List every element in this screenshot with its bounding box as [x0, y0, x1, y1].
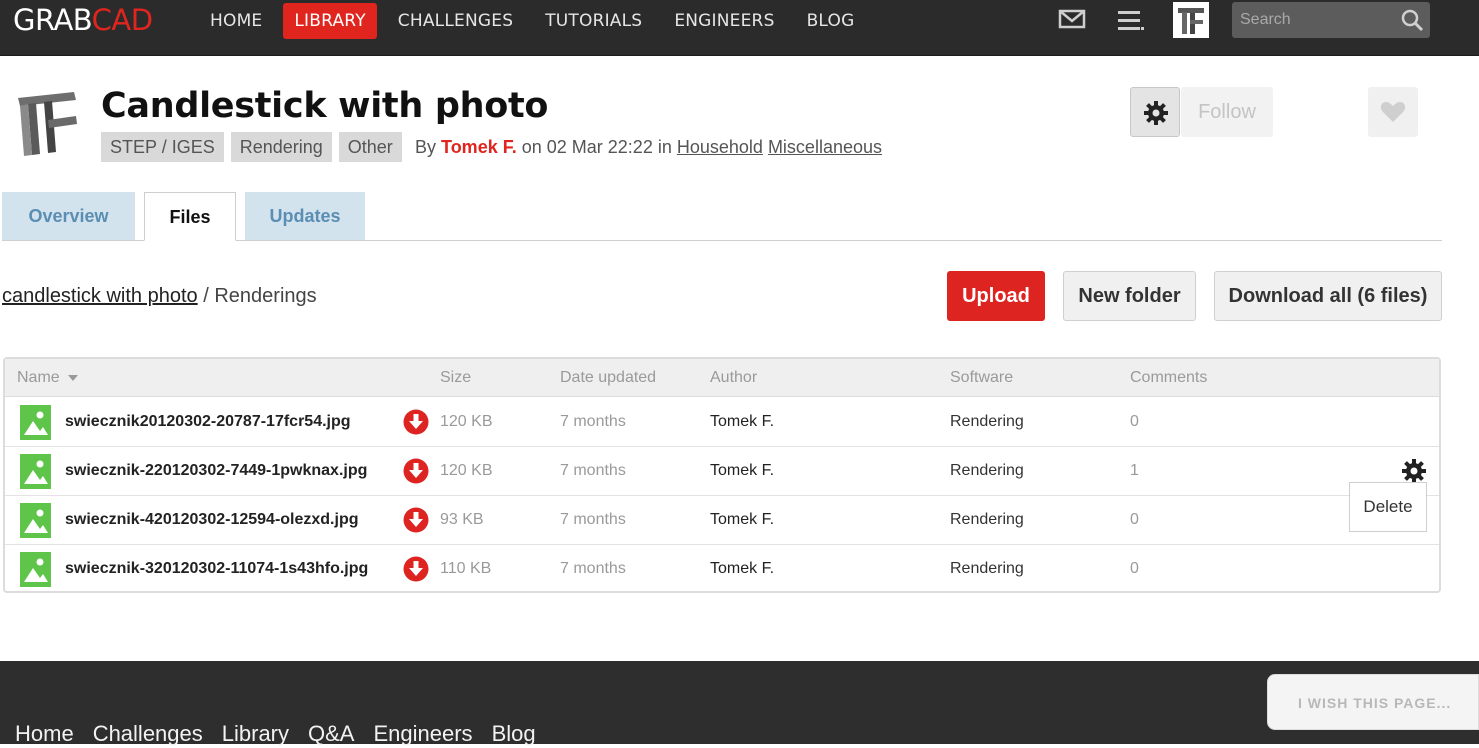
byline-date: on 02 Mar 22:22 in [521, 137, 672, 157]
tag-rendering[interactable]: Rendering [230, 132, 332, 162]
file-software: Rendering [950, 462, 1024, 479]
file-comments: 0 [1130, 413, 1139, 430]
breadcrumb-root-link[interactable]: candlestick with photo [2, 285, 198, 307]
image-file-icon [20, 454, 51, 489]
logo-text-cad: CAD [91, 3, 153, 37]
file-size: 120 KB [440, 413, 493, 430]
byline-author-link[interactable]: Tomek F. [441, 137, 517, 157]
category-link-household[interactable]: Household [677, 137, 763, 157]
file-date: 7 months [560, 511, 626, 528]
image-file-icon [20, 405, 51, 440]
model-tabs: Overview Files Updates [2, 192, 1442, 241]
search-box [1232, 2, 1430, 38]
user-avatar-logo-icon [1178, 8, 1204, 34]
table-row[interactable]: swiecznik-420120302-12594-olezxd.jpg 93 … [5, 496, 1439, 545]
nav-item-tutorials[interactable]: TUTORIALS [534, 3, 653, 39]
row-gear-icon[interactable] [1401, 458, 1427, 484]
nav-item-blog[interactable]: BLOG [796, 3, 866, 39]
column-header-software[interactable]: Software [950, 359, 1013, 397]
file-software: Rendering [950, 413, 1024, 430]
grabcad-logo[interactable]: GRABCAD [13, 4, 153, 36]
tab-files[interactable]: Files [144, 192, 236, 241]
settings-button[interactable] [1130, 87, 1180, 137]
file-author[interactable]: Tomek F. [710, 398, 774, 446]
column-header-author[interactable]: Author [710, 359, 757, 397]
menu-icon[interactable] [1116, 7, 1146, 33]
file-software: Rendering [950, 560, 1024, 577]
column-header-name-label: Name [17, 369, 60, 386]
upload-button[interactable]: Upload [947, 271, 1045, 321]
new-folder-button[interactable]: New folder [1063, 271, 1196, 321]
like-button[interactable] [1368, 87, 1418, 137]
file-software: Rendering [950, 511, 1024, 528]
table-row[interactable]: swiecznik-220120302-7449-1pwknax.jpg 120… [5, 447, 1439, 496]
heart-icon [1380, 102, 1406, 122]
category-link-miscellaneous[interactable]: Miscellaneous [768, 137, 882, 157]
byline-by-label: By [415, 137, 437, 157]
file-date: 7 months [560, 413, 626, 430]
breadcrumb-current: Renderings [214, 285, 317, 307]
nav-item-library[interactable]: LIBRARY [283, 3, 377, 39]
file-comments: 0 [1130, 511, 1139, 528]
table-row[interactable]: swiecznik20120302-20787-17fcr54.jpg 120 … [5, 398, 1439, 447]
download-icon[interactable] [403, 507, 429, 533]
tag-step-iges[interactable]: STEP / IGES [101, 132, 224, 162]
file-author[interactable]: Tomek F. [710, 545, 774, 593]
file-size: 110 KB [440, 560, 492, 577]
nav-item-engineers[interactable]: ENGINEERS [663, 3, 785, 39]
download-icon[interactable] [403, 409, 429, 435]
top-navigation-bar: GRABCAD HOME LIBRARY CHALLENGES TUTORIAL… [0, 0, 1479, 56]
nav-item-challenges[interactable]: CHALLENGES [387, 3, 524, 39]
gear-icon [1144, 101, 1168, 125]
column-header-date[interactable]: Date updated [560, 359, 656, 397]
file-date: 7 months [560, 560, 626, 577]
file-name-link[interactable]: swiecznik20120302-20787-17fcr54.jpg [65, 398, 351, 446]
file-name-link[interactable]: swiecznik-320120302-11074-1s43hfo.jpg [65, 545, 368, 593]
model-thumbnail [18, 92, 77, 156]
table-row[interactable]: swiecznik-320120302-11074-1s43hfo.jpg 11… [5, 545, 1439, 594]
breadcrumb-separator: / [203, 285, 209, 307]
file-size: 93 KB [440, 511, 484, 528]
logo-text-grab: GRAB [13, 3, 92, 37]
nav-item-home[interactable]: HOME [199, 3, 273, 39]
download-all-button[interactable]: Download all (6 files) [1214, 271, 1442, 321]
tag-other[interactable]: Other [338, 132, 402, 162]
main-nav: HOME LIBRARY CHALLENGES TUTORIALS ENGINE… [199, 3, 875, 39]
file-comments: 1 [1130, 462, 1139, 479]
download-icon[interactable] [403, 556, 429, 582]
mail-icon[interactable] [1058, 8, 1086, 30]
tab-overview[interactable]: Overview [2, 192, 135, 240]
column-header-comments[interactable]: Comments [1130, 359, 1207, 397]
file-comments: 0 [1130, 560, 1139, 577]
delete-menu-item[interactable]: Delete [1349, 482, 1427, 532]
image-file-icon [20, 552, 51, 587]
model-title: Candlestick with photo [101, 86, 549, 126]
breadcrumb: candlestick with photo / Renderings [2, 283, 317, 309]
feedback-button[interactable]: I WISH THIS PAGE... [1267, 674, 1479, 730]
image-file-icon [20, 503, 51, 538]
search-icon[interactable] [1400, 8, 1424, 32]
tab-updates[interactable]: Updates [245, 192, 365, 240]
download-icon[interactable] [403, 458, 429, 484]
sort-down-icon [68, 375, 79, 381]
follow-button[interactable]: Follow [1181, 87, 1273, 137]
site-footer: Home Challenges Library Q&A Engineers Bl… [0, 661, 1479, 746]
files-table: Name Size Date updated Author Software C… [3, 357, 1441, 593]
file-author[interactable]: Tomek F. [710, 447, 774, 495]
file-date: 7 months [560, 462, 626, 479]
user-avatar[interactable] [1173, 2, 1209, 38]
file-size: 120 KB [440, 462, 493, 479]
search-input[interactable] [1232, 2, 1392, 38]
column-header-name[interactable]: Name [17, 359, 79, 397]
file-name-link[interactable]: swiecznik-220120302-7449-1pwknax.jpg [65, 447, 367, 495]
file-author[interactable]: Tomek F. [710, 496, 774, 544]
file-name-link[interactable]: swiecznik-420120302-12594-olezxd.jpg [65, 496, 359, 544]
table-header: Name Size Date updated Author Software C… [5, 359, 1439, 397]
model-tags: STEP / IGES Rendering Other [101, 132, 409, 162]
model-byline: By Tomek F. on 02 Mar 22:22 in Household… [415, 135, 882, 159]
column-header-size[interactable]: Size [440, 359, 471, 397]
